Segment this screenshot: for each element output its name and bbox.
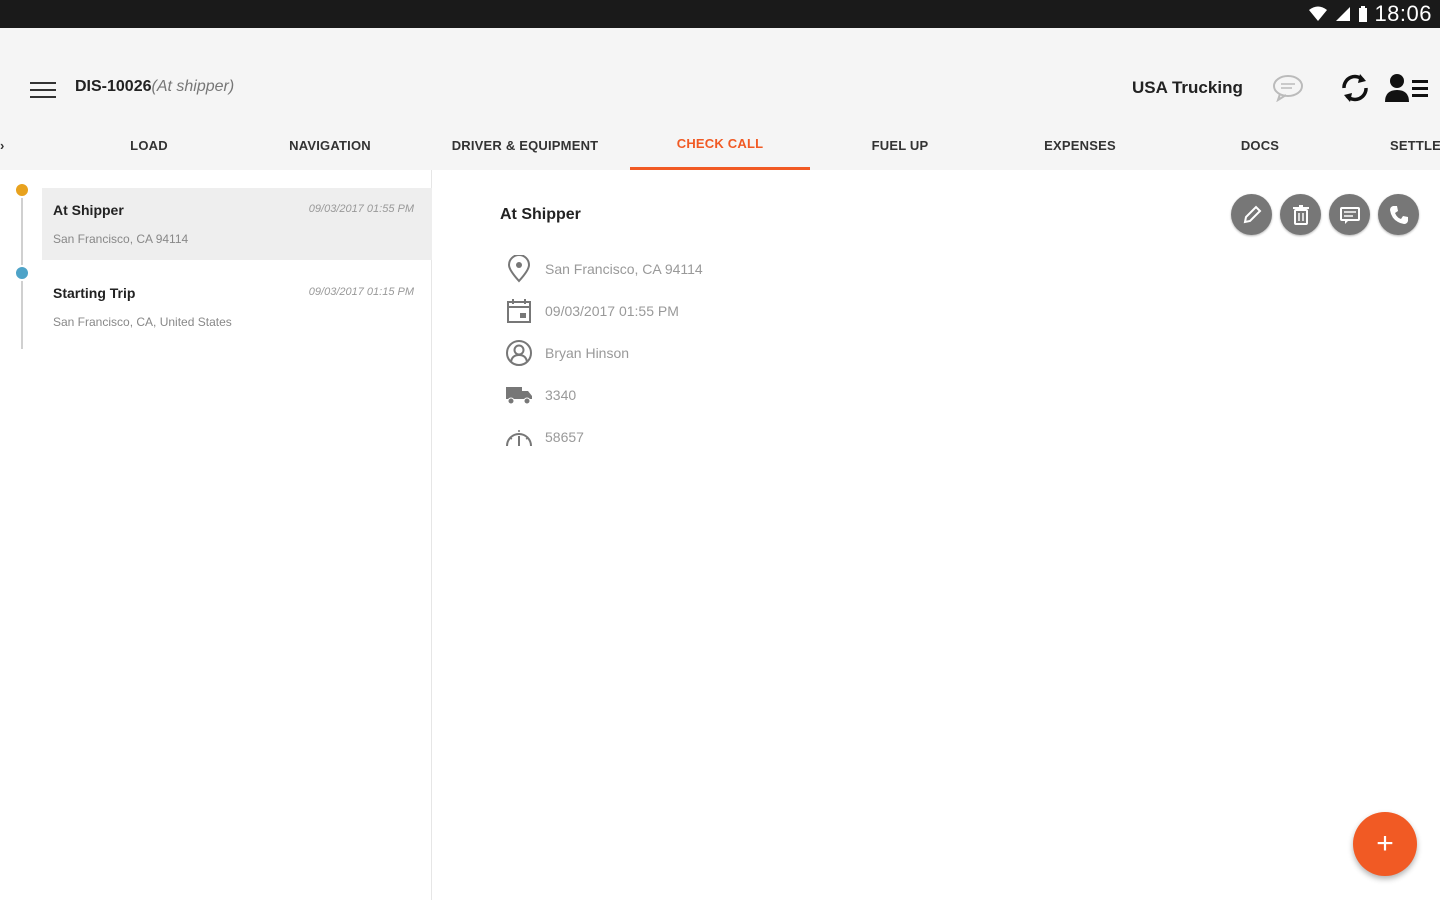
tab-fuel-up[interactable]: FUEL UP <box>810 120 990 170</box>
person-icon <box>506 340 532 366</box>
tab-load[interactable]: LOAD <box>60 120 238 170</box>
status-time: 18:06 <box>1374 1 1432 26</box>
wifi-icon <box>1309 6 1328 21</box>
page-title: DIS-10026(At shipper) <box>75 78 234 96</box>
load-status: (At shipper) <box>151 78 235 95</box>
gauge-icon <box>506 430 532 447</box>
signal-icon <box>1336 7 1351 21</box>
timeline-dot-current <box>14 182 30 198</box>
delete-icon <box>1292 204 1309 225</box>
detail-location-row: San Francisco, CA 94114 <box>503 254 703 284</box>
tab-settle-label: SETTLE <box>1390 137 1440 153</box>
list-item-title: Starting Trip <box>53 285 136 301</box>
detail-datetime: 09/03/2017 01:55 PM <box>545 303 679 319</box>
tab-settle[interactable]: SETTLE <box>1390 120 1440 170</box>
tab-driver-equipment[interactable]: DRIVER & EQUIPMENT <box>430 120 620 170</box>
timeline-dot-previous <box>14 265 30 281</box>
detail-driver-row: Bryan Hinson <box>503 338 629 368</box>
location-pin-icon <box>507 255 531 283</box>
tab-navigation[interactable]: NAVIGATION <box>240 120 420 170</box>
list-item[interactable]: Starting Trip 09/03/2017 01:15 PM San Fr… <box>42 271 432 343</box>
checkcall-detail: At Shipper San Francisco, CA 94114 09/03… <box>433 170 1440 900</box>
menu-icon[interactable] <box>30 82 56 102</box>
detail-truck-row: 3340 <box>503 380 576 410</box>
message-button[interactable] <box>1329 194 1370 235</box>
list-item[interactable]: At Shipper 09/03/2017 01:55 PM San Franc… <box>42 188 432 260</box>
app-header: DIS-10026(At shipper) USA Trucking › LOA… <box>0 28 1440 170</box>
truck-icon <box>506 387 532 405</box>
battery-icon <box>1359 6 1368 22</box>
chat-icon[interactable] <box>1270 72 1306 102</box>
phone-icon <box>1389 205 1408 224</box>
user-list-icon[interactable] <box>1384 70 1430 106</box>
detail-truck: 3340 <box>545 387 577 403</box>
call-button[interactable] <box>1378 194 1419 235</box>
tab-check-call[interactable]: CHECK CALL <box>630 120 810 170</box>
add-checkcall-button[interactable]: + <box>1353 812 1417 876</box>
list-item-location: San Francisco, CA, United States <box>53 315 232 329</box>
list-item-location: San Francisco, CA 94114 <box>53 232 189 246</box>
detail-datetime-row: 09/03/2017 01:55 PM <box>503 296 679 326</box>
delete-button[interactable] <box>1280 194 1321 235</box>
edit-button[interactable] <box>1231 194 1272 235</box>
list-item-time: 09/03/2017 01:55 PM <box>308 203 414 215</box>
detail-driver: Bryan Hinson <box>545 345 630 361</box>
action-buttons <box>1231 194 1419 235</box>
load-id: DIS-10026 <box>75 78 152 95</box>
sync-icon[interactable] <box>1336 70 1374 106</box>
status-bar: 18:06 <box>0 0 1440 28</box>
calendar-icon <box>507 299 531 323</box>
tab-bar: › LOAD NAVIGATION DRIVER & EQUIPMENT CHE… <box>0 120 1440 170</box>
checkcall-list: At Shipper 09/03/2017 01:55 PM San Franc… <box>0 170 432 900</box>
detail-odometer-row: 58657 <box>503 422 584 452</box>
edit-icon <box>1243 205 1261 223</box>
detail-title: At Shipper <box>500 206 581 223</box>
list-item-time: 09/03/2017 01:15 PM <box>308 286 414 298</box>
message-icon <box>1339 206 1360 224</box>
tab-expenses[interactable]: EXPENSES <box>990 120 1170 170</box>
status-icons: 18:06 <box>1308 0 1432 28</box>
tab-docs[interactable]: DOCS <box>1170 120 1350 170</box>
company-name: USA Trucking <box>1132 78 1243 97</box>
list-item-title: At Shipper <box>53 202 124 218</box>
detail-location: San Francisco, CA 94114 <box>545 261 703 277</box>
detail-odometer: 58657 <box>545 429 584 445</box>
tab-previous-arrow[interactable]: › <box>0 120 10 170</box>
